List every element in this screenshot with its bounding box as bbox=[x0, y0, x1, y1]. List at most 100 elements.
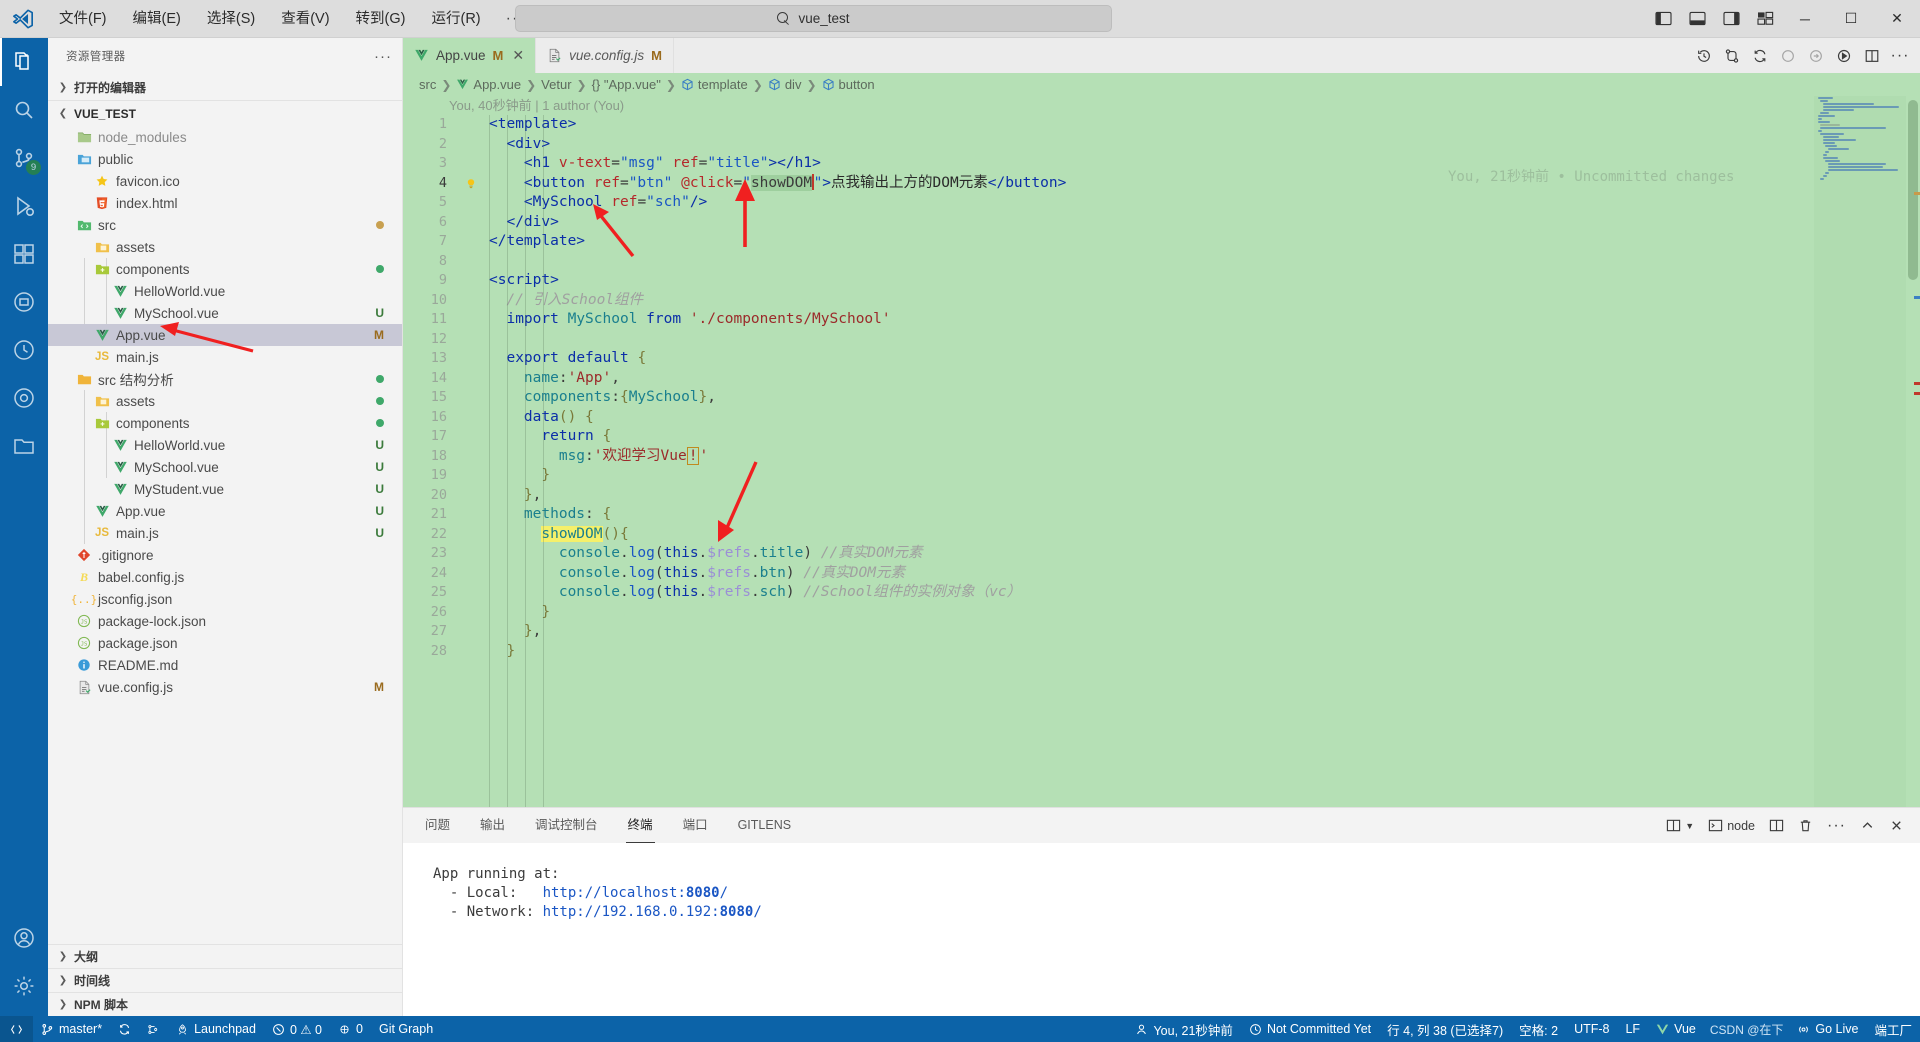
activity-docker[interactable] bbox=[0, 278, 48, 326]
quick-search-input[interactable]: vue_test bbox=[515, 5, 1112, 32]
sidebar-section-npm-scripts[interactable]: ❯ NPM 脚本 bbox=[48, 992, 402, 1016]
status-gitlens-graph[interactable] bbox=[139, 1016, 168, 1042]
activity-todo[interactable] bbox=[0, 374, 48, 422]
status-sync[interactable] bbox=[110, 1016, 139, 1042]
code-line[interactable]: 10 // 引入School组件 bbox=[403, 291, 1920, 311]
tree-item-package-lock-json[interactable]: JS package-lock.json bbox=[48, 610, 402, 632]
tree-item-favicon-ico[interactable]: favicon.ico bbox=[48, 170, 402, 192]
activity-settings[interactable] bbox=[0, 962, 48, 1010]
code-line[interactable]: 7 </template> bbox=[403, 232, 1920, 252]
more-icon[interactable]: ··· bbox=[1886, 38, 1914, 73]
sync-icon[interactable] bbox=[1746, 38, 1774, 73]
split-editor-icon[interactable] bbox=[1858, 38, 1886, 73]
code-line[interactable]: 6 </div> bbox=[403, 213, 1920, 233]
tree-item-helloworld-vue[interactable]: HelloWorld.vue bbox=[48, 280, 402, 302]
sidebar-section-timeline[interactable]: ❯ 时间线 bbox=[48, 968, 402, 992]
code-line[interactable]: 19 } bbox=[403, 466, 1920, 486]
tree-item-app-vue[interactable]: App.vue U bbox=[48, 500, 402, 522]
tree-item-package-json[interactable]: JS package.json bbox=[48, 632, 402, 654]
tree-item-components[interactable]: components bbox=[48, 412, 402, 434]
status-git-graph[interactable]: Git Graph bbox=[371, 1016, 441, 1042]
new-terminal-button[interactable]: node bbox=[1702, 808, 1761, 843]
status-blame[interactable]: You, 21秒钟前 bbox=[1127, 1016, 1240, 1042]
code-line[interactable]: 14 name:'App', bbox=[403, 369, 1920, 389]
code-line[interactable]: 26 } bbox=[403, 603, 1920, 623]
code-line[interactable]: 24 console.log(this.$refs.btn) //真实DOM元素 bbox=[403, 564, 1920, 584]
code-line[interactable]: 21 methods: { bbox=[403, 505, 1920, 525]
tree-item-jsconfig-json[interactable]: {..} jsconfig.json bbox=[48, 588, 402, 610]
panel-tab-terminal[interactable]: 终端 bbox=[625, 808, 655, 843]
code-line[interactable]: 28 } bbox=[403, 642, 1920, 662]
status-encoding[interactable]: UTF-8 bbox=[1566, 1016, 1617, 1042]
lightbulb-icon[interactable] bbox=[465, 177, 477, 189]
activity-accounts[interactable] bbox=[0, 914, 48, 962]
code-lines[interactable]: You, 40秒钟前 | 1 author (You) 1 <template> 2… bbox=[403, 96, 1920, 807]
tree-item-src[interactable]: src bbox=[48, 214, 402, 236]
run-icon[interactable] bbox=[1830, 38, 1858, 73]
status-ports[interactable]: 0 bbox=[330, 1016, 371, 1042]
window-maximize-button[interactable]: ☐ bbox=[1828, 0, 1874, 38]
tree-item-vue-config-js[interactable]: vue.config.js M bbox=[48, 676, 402, 698]
panel-tab-gitlens[interactable]: GITLENS bbox=[736, 808, 794, 843]
tree-item-myschool-vue[interactable]: MySchool.vue U bbox=[48, 302, 402, 324]
status-indentation[interactable]: 空格: 2 bbox=[1511, 1016, 1566, 1042]
tree-item-gitignore[interactable]: .gitignore bbox=[48, 544, 402, 566]
minimap[interactable] bbox=[1814, 96, 1906, 807]
breadcrumb-src[interactable]: src bbox=[419, 77, 436, 92]
circle-icon[interactable] bbox=[1774, 38, 1802, 73]
kill-terminal-button[interactable] bbox=[1792, 808, 1819, 843]
toggle-primary-sidebar-icon[interactable] bbox=[1646, 0, 1680, 38]
toggle-secondary-sidebar-icon[interactable] bbox=[1714, 0, 1748, 38]
status-branch[interactable]: master* bbox=[33, 1016, 110, 1042]
breadcrumb-template[interactable]: template bbox=[681, 77, 748, 92]
activity-timeline[interactable] bbox=[0, 326, 48, 374]
code-line[interactable]: 20 }, bbox=[403, 486, 1920, 506]
activity-search[interactable] bbox=[0, 86, 48, 134]
tree-item-index-html[interactable]: index.html bbox=[48, 192, 402, 214]
menu-selection[interactable]: 选择(S) bbox=[194, 0, 268, 38]
activity-explorer[interactable] bbox=[0, 38, 48, 86]
status-cursor-position[interactable]: 行 4, 列 38 (已选择7) bbox=[1379, 1016, 1511, 1042]
tree-item-helloworld-vue[interactable]: HelloWorld.vue U bbox=[48, 434, 402, 456]
tab-app-vue[interactable]: App.vue M ✕ bbox=[403, 38, 537, 73]
code-line[interactable]: 27 }, bbox=[403, 622, 1920, 642]
breadcrumb-app-vue[interactable]: App.vue bbox=[456, 77, 521, 92]
close-panel-button[interactable] bbox=[1883, 808, 1910, 843]
open-editors-section[interactable]: ❯ 打开的编辑器 bbox=[48, 74, 402, 100]
status-language-mode[interactable]: Vue bbox=[1648, 1016, 1704, 1042]
status-problems[interactable]: 0 ⚠ 0 bbox=[264, 1016, 330, 1042]
tree-item-node-modules[interactable]: node_modules bbox=[48, 126, 402, 148]
code-line[interactable]: 1 <template> bbox=[403, 115, 1920, 135]
code-line[interactable]: 15 components:{MySchool}, bbox=[403, 388, 1920, 408]
maximize-panel-button[interactable] bbox=[1854, 808, 1881, 843]
tree-item-mystudent-vue[interactable]: MyStudent.vue U bbox=[48, 478, 402, 500]
status-eol[interactable]: LF bbox=[1617, 1016, 1648, 1042]
terminal-output[interactable]: App running at: - Local: http://localhos… bbox=[403, 843, 1920, 1016]
editor-scrollbar[interactable] bbox=[1906, 96, 1920, 807]
status-launchpad[interactable]: Launchpad bbox=[168, 1016, 264, 1042]
activity-extensions[interactable] bbox=[0, 230, 48, 278]
arrow-circle-icon[interactable] bbox=[1802, 38, 1830, 73]
split-terminal-button[interactable] bbox=[1763, 808, 1790, 843]
tree-item-main-js[interactable]: JS main.js bbox=[48, 346, 402, 368]
close-icon[interactable]: ✕ bbox=[512, 47, 524, 64]
status-go-live[interactable]: Go Live bbox=[1789, 1016, 1866, 1042]
tree-item-public[interactable]: public bbox=[48, 148, 402, 170]
menu-run[interactable]: 运行(R) bbox=[418, 0, 493, 38]
menu-file[interactable]: 文件(F) bbox=[46, 0, 120, 38]
code-line[interactable]: 23 console.log(this.$refs.title) //真实DOM… bbox=[403, 544, 1920, 564]
tree-item-readme-md[interactable]: README.md bbox=[48, 654, 402, 676]
sidebar-more-button[interactable]: ··· bbox=[374, 48, 392, 65]
breadcrumb[interactable]: src ❯ App.vue ❯ Vetur ❯ {} "App.vue" ❯ t… bbox=[403, 73, 1920, 96]
status-remote-indicator[interactable] bbox=[0, 1016, 33, 1042]
tree-item-main-js[interactable]: JS main.js U bbox=[48, 522, 402, 544]
tree-item-components[interactable]: components bbox=[48, 258, 402, 280]
window-close-button[interactable]: ✕ bbox=[1874, 0, 1920, 38]
activity-source-control[interactable]: 9 bbox=[0, 134, 48, 182]
workspace-root-row[interactable]: ❮ VUE_TEST bbox=[48, 100, 402, 126]
status-commit[interactable]: Not Committed Yet bbox=[1241, 1016, 1379, 1042]
code-editor[interactable]: You, 40秒钟前 | 1 author (You) 1 <template> 2… bbox=[403, 96, 1920, 807]
window-minimize-button[interactable]: ─ bbox=[1782, 0, 1828, 38]
code-line[interactable]: 2 <div> bbox=[403, 135, 1920, 155]
breadcrumb-button[interactable]: button bbox=[822, 77, 875, 92]
